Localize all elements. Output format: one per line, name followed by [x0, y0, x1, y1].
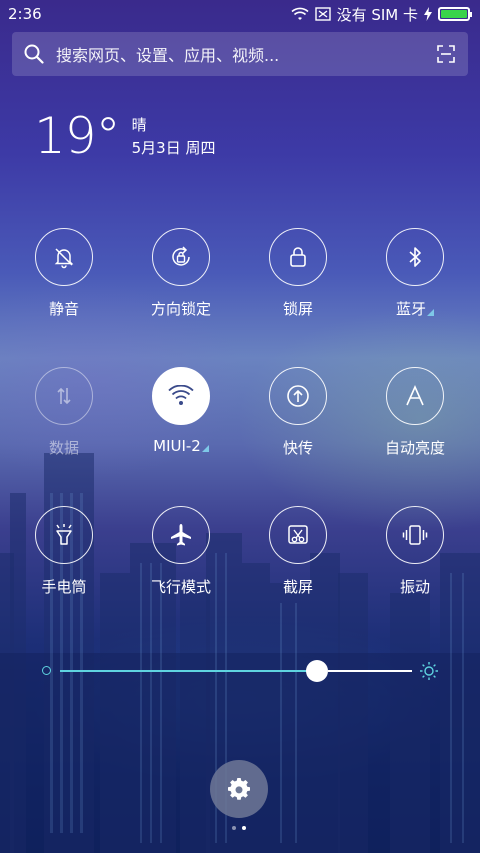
toggle-rotation-lock[interactable]: 方向锁定 — [126, 228, 236, 319]
toggle-label: 自动亮度 — [384, 439, 445, 457]
toggle-label: 截屏 — [282, 578, 313, 596]
toggle-circle[interactable] — [152, 367, 210, 425]
charging-icon — [424, 7, 432, 21]
auto-brightness-icon — [406, 385, 424, 406]
lock-icon — [290, 247, 306, 267]
toggle-mobile-data[interactable]: 数据 — [9, 367, 119, 458]
toggle-vibrate[interactable]: 振动 — [360, 506, 470, 597]
brightness-track-filled[interactable] — [60, 670, 316, 672]
settings-button[interactable] — [210, 760, 268, 818]
no-sim-icon — [314, 7, 331, 21]
toggle-flashlight[interactable]: 手电筒 — [9, 506, 119, 597]
search-bar[interactable]: 搜索网页、设置、应用、视频... — [12, 32, 468, 76]
toggle-label: MIUI-2 — [126, 437, 236, 455]
toggle-label: 振动 — [399, 578, 430, 596]
share-upload-icon — [287, 385, 309, 407]
toggle-airplane-mode[interactable]: 飞行模式 — [126, 506, 236, 597]
toggle-label: 蓝牙 — [360, 298, 470, 319]
weather-widget[interactable]: 19° 晴 5月3日 周四 — [34, 108, 215, 164]
toggle-quick-share[interactable]: 快传 — [243, 367, 353, 458]
brightness-track-empty[interactable] — [328, 670, 412, 672]
bell-off-icon — [54, 248, 74, 269]
toggle-circle[interactable] — [35, 228, 93, 286]
battery-fill — [441, 10, 467, 18]
airplane-icon — [171, 524, 191, 546]
toggle-label: 静音 — [48, 300, 79, 318]
toggle-circle[interactable] — [269, 506, 327, 564]
wifi-icon — [168, 385, 194, 405]
toggle-auto-brightness[interactable]: 自动亮度 — [360, 367, 470, 458]
toggle-circle[interactable] — [269, 228, 327, 286]
toggle-label: 方向锁定 — [150, 300, 211, 318]
carrier-text: 没有 SIM 卡 — [336, 5, 418, 24]
brightness-low-icon — [42, 666, 51, 675]
bluetooth-icon — [409, 247, 421, 267]
data-arrows-icon — [57, 387, 71, 405]
brightness-slider[interactable] — [38, 656, 442, 686]
flashlight-icon — [56, 524, 72, 545]
vibrate-icon — [402, 525, 428, 545]
brightness-high-icon — [420, 662, 438, 680]
toggle-bluetooth[interactable]: 蓝牙 — [360, 228, 470, 319]
toggle-screenshot[interactable]: 截屏 — [243, 506, 353, 597]
status-icons: 没有 SIM 卡 — [291, 4, 472, 25]
toggle-wifi[interactable]: MIUI-2 — [126, 367, 236, 455]
toggle-circle[interactable] — [35, 506, 93, 564]
weather-condition: 晴 — [131, 116, 147, 134]
toggle-label: 数据 — [48, 439, 79, 457]
rotation-lock-icon — [172, 246, 190, 266]
page-dot-active — [242, 826, 246, 830]
page-indicator — [232, 826, 246, 830]
toggle-circle[interactable] — [386, 367, 444, 425]
temperature: 19° — [34, 107, 121, 165]
toggle-lock-screen[interactable]: 锁屏 — [243, 228, 353, 319]
more-indicator-icon — [427, 309, 434, 316]
gear-icon — [228, 778, 250, 800]
toggle-circle[interactable] — [152, 228, 210, 286]
scan-icon[interactable] — [436, 44, 456, 64]
toggle-circle[interactable] — [152, 506, 210, 564]
toggle-circle[interactable] — [35, 367, 93, 425]
page-dot — [232, 826, 236, 830]
wifi-status-icon — [291, 7, 309, 20]
status-bar: 2:36 没有 SIM 卡 — [0, 0, 480, 28]
search-input[interactable]: 搜索网页、设置、应用、视频... — [56, 42, 424, 66]
more-indicator-icon — [201, 445, 209, 452]
toggle-silent[interactable]: 静音 — [9, 228, 119, 319]
toggle-circle[interactable] — [269, 367, 327, 425]
toggle-label: 锁屏 — [282, 300, 313, 318]
brightness-thumb[interactable] — [306, 660, 328, 682]
toggle-label: 快传 — [282, 439, 313, 457]
search-icon — [24, 44, 44, 64]
toggle-circle[interactable] — [386, 228, 444, 286]
toggle-label: 飞行模式 — [150, 578, 211, 596]
toggle-label: 手电筒 — [41, 578, 87, 596]
weather-date: 5月3日 周四 — [131, 139, 216, 157]
status-time: 2:36 — [8, 5, 42, 23]
toggle-circle[interactable] — [386, 506, 444, 564]
battery-icon — [438, 7, 472, 21]
screenshot-icon — [288, 525, 308, 544]
